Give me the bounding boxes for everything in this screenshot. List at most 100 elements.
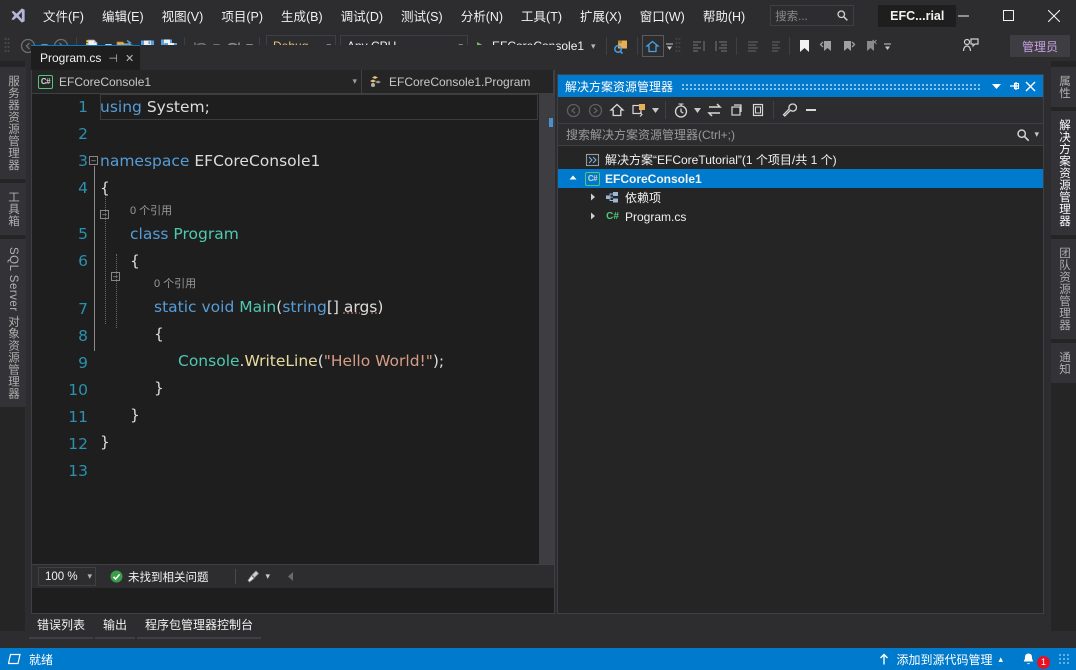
add-to-source-control-button[interactable]: 添加到源代码管理 ▴ (878, 651, 1003, 668)
menu-item-project[interactable]: 项目(P) (212, 0, 272, 31)
live-share-icon[interactable] (611, 35, 633, 57)
menu-item-extensions[interactable]: 扩展(X) (571, 0, 631, 31)
close-tab-icon[interactable]: ✕ (125, 52, 134, 65)
pending-changes-icon[interactable] (670, 99, 692, 121)
search-input[interactable] (566, 127, 1017, 142)
solution-explorer-search[interactable]: ▾ (558, 124, 1043, 146)
outdent-icon[interactable] (688, 35, 710, 57)
menu-item-build[interactable]: 生成(B) (272, 0, 332, 31)
document-tab-program-cs[interactable]: Program.cs ⊣ ✕ (31, 45, 141, 70)
home-dropdown-icon[interactable] (664, 35, 675, 57)
code-cleanup-button[interactable]: ▾ (246, 569, 271, 584)
tree-item-program-cs[interactable]: C# Program.cs (558, 207, 1043, 226)
code-editor[interactable]: 1 2 3 4 5 6 7 8 9 10 11 12 13 – – – usin… (32, 94, 554, 564)
next-bookmark-icon[interactable] (838, 35, 860, 57)
tree-item-dependencies[interactable]: 依赖项 (558, 188, 1043, 207)
tab-error-list[interactable]: 错误列表 (29, 613, 94, 639)
notification-badge: 1 (1037, 655, 1050, 669)
send-feedback-icon[interactable] (959, 35, 981, 57)
comment-lines-icon[interactable] (741, 35, 763, 57)
issues-status-label: 未找到相关问题 (128, 571, 209, 584)
code-line: Console.WriteLine("Hello World!"); (178, 352, 445, 370)
minimize-button[interactable] (941, 0, 986, 31)
menu-item-test[interactable]: 测试(S) (392, 0, 452, 31)
menu-item-edit[interactable]: 编辑(E) (93, 0, 153, 31)
pin-tab-icon[interactable]: ⊣ (108, 52, 118, 65)
menu-item-debug[interactable]: 调试(D) (332, 0, 392, 31)
sidebar-item-team-explorer[interactable]: 团队资源管理器 (1051, 239, 1076, 339)
tree-expander[interactable] (586, 212, 600, 222)
sidebar-item-notifications[interactable]: 通知 (1051, 343, 1076, 383)
sidebar-item-sql-server-object-explorer[interactable]: SQL Server 对象资源管理器 (0, 239, 26, 408)
sidebar-item-toolbox[interactable]: 工具箱 (0, 183, 26, 235)
show-all-files-icon[interactable] (747, 99, 769, 121)
new-folder-icon[interactable] (628, 99, 650, 121)
tree-expander[interactable] (566, 174, 580, 184)
codelens-reference-hint[interactable]: 0 个引用 (100, 275, 538, 294)
chevron-down-icon: ▾ (591, 40, 596, 51)
codelens-reference-hint[interactable]: 0 个引用 (100, 202, 538, 221)
menu-item-tools[interactable]: 工具(T) (512, 0, 571, 31)
navbar-type-combo[interactable]: EFCoreConsole1.Program (362, 69, 554, 94)
tree-item-project[interactable]: C# EFCoreConsole1 (558, 169, 1043, 188)
maximize-button[interactable] (986, 0, 1031, 31)
pending-changes-dropdown-icon[interactable] (692, 99, 703, 121)
solution-explorer-title-bar[interactable]: 解决方案资源管理器 (558, 75, 1043, 97)
window-menu-icon[interactable] (988, 77, 1005, 95)
upload-arrow-icon (880, 653, 889, 664)
refresh-icon[interactable] (725, 99, 747, 121)
collapse-all-icon[interactable] (800, 99, 822, 121)
chevron-down-icon[interactable]: ▾ (1034, 129, 1039, 140)
uncomment-lines-icon[interactable] (763, 35, 785, 57)
issues-status[interactable]: 未找到相关问题 (110, 569, 209, 585)
chevron-up-icon[interactable]: ▴ (998, 654, 1003, 665)
scroll-left-button[interactable] (286, 571, 295, 582)
menu-item-view[interactable]: 视图(V) (153, 0, 213, 31)
indent-icon[interactable] (710, 35, 732, 57)
navigate-forward-icon[interactable] (584, 99, 606, 121)
zoom-level-combo[interactable]: 100 % ▾ (38, 567, 96, 586)
home-icon[interactable] (641, 35, 664, 57)
sidebar-item-server-explorer[interactable]: 服务器资源管理器 (0, 67, 26, 179)
sidebar-item-solution-explorer[interactable]: 解决方案资源管理器 (1051, 111, 1076, 235)
home-icon[interactable] (606, 99, 628, 121)
clear-bookmarks-icon[interactable] (860, 35, 882, 57)
navbar-project-label: EFCoreConsole1 (59, 74, 152, 89)
sidebar-item-properties[interactable]: 属性 (1051, 67, 1076, 107)
chevron-down-icon: ▾ (87, 571, 92, 581)
code-line: { (130, 252, 140, 270)
csharp-file-icon: C# (606, 211, 619, 222)
bookmark-icon[interactable] (794, 35, 816, 57)
navigate-back-icon[interactable] (562, 99, 584, 121)
properties-wrench-icon[interactable] (778, 99, 800, 121)
resize-grip[interactable] (1058, 653, 1070, 665)
navbar-project-combo[interactable]: C# EFCoreConsole1 ▾ (32, 69, 362, 94)
menu-item-window[interactable]: 窗口(W) (631, 0, 694, 31)
new-folder-dropdown-icon[interactable] (650, 99, 661, 121)
tree-item-solution[interactable]: 解决方案“EFCoreTutorial”(1 个项目/共 1 个) (558, 150, 1043, 169)
sync-with-editor-icon[interactable] (703, 99, 725, 121)
tab-package-manager-console[interactable]: 程序包管理器控制台 (137, 613, 262, 639)
menu-item-help[interactable]: 帮助(H) (694, 0, 754, 31)
close-panel-icon[interactable] (1022, 77, 1039, 95)
tree-expander[interactable] (586, 193, 600, 203)
quick-launch-search[interactable]: 搜索... (770, 5, 855, 26)
editor-vertical-scrollbar[interactable] (539, 94, 554, 564)
pin-panel-icon[interactable] (1005, 77, 1022, 95)
chevron-down-icon: ▾ (265, 571, 271, 581)
code-line: } (154, 379, 164, 397)
tab-output[interactable]: 输出 (95, 613, 136, 639)
title-drag-dots[interactable] (681, 82, 980, 90)
close-button[interactable] (1031, 0, 1076, 31)
collapse-namespace-icon[interactable]: – (89, 156, 98, 165)
notifications-button[interactable]: 1 (1021, 650, 1050, 669)
toolbar-grip[interactable] (4, 37, 14, 55)
zoom-level-value: 100 % (45, 570, 78, 583)
menu-item-file[interactable]: 文件(F) (34, 0, 93, 31)
toolbar-overflow-icon[interactable] (882, 35, 893, 57)
menu-item-analyze[interactable]: 分析(N) (452, 0, 512, 31)
toolbar-grip[interactable] (675, 37, 685, 55)
previous-bookmark-icon[interactable] (816, 35, 838, 57)
search-icon[interactable] (1016, 128, 1030, 142)
